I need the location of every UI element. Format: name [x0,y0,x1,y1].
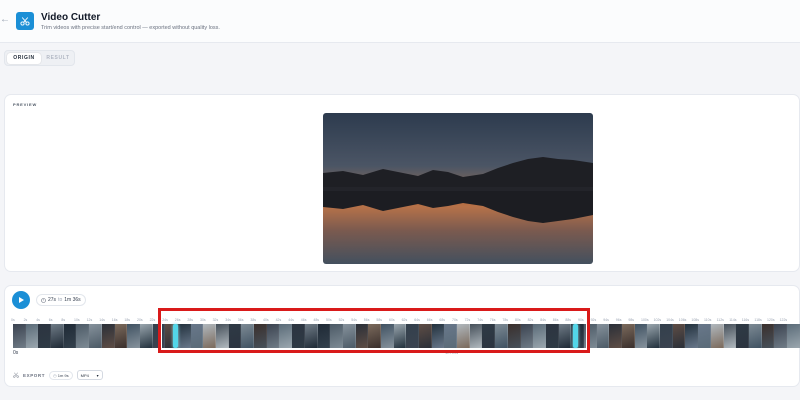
range-start: 27s [48,297,57,303]
export-duration-value: 1m 9s [57,372,69,378]
timeline-thumbnail [723,324,737,348]
clock-icon: ◷ [53,372,57,378]
timeline-tick: 16s [111,318,118,322]
timeline-thumbnail [698,324,711,348]
timeline-tick: 100s [641,318,649,322]
timeline-thumbnail [127,324,140,348]
timeline-thumbnail [736,324,749,348]
timeline-tick: 122s [779,318,788,322]
app-header: ← Video Cutter Trim videos with precise … [0,0,800,43]
timeline-thumbnail [660,324,673,348]
scissors-icon [16,12,34,30]
timeline-tick: 12s [86,318,93,322]
range-display: 27s to 1m 36s [36,294,86,306]
format-select[interactable]: MP4 ▾ [76,370,103,380]
range-separator: to [58,297,63,303]
export-row: EXPORT ◷ 1m 9s MP4 ▾ [13,369,103,381]
timeline-thumbnail [710,324,724,348]
timeline-panel: 27s to 1m 36s 0s 2s 4s 6s 8s 10s 12s 14s 16s 18s 2… [4,285,800,387]
timeline-thumbnail [786,324,800,348]
timeline-tick: 102s [653,318,662,322]
timeline-thumbnail [672,324,686,348]
timeline-tick: 118s [754,318,762,322]
timeline-thumbnail [13,324,26,348]
timeline-tick: 108s [691,318,699,322]
timeline-thumbnail [38,324,52,348]
timeline-tick: 106s [678,318,687,322]
timeline-thumbnail [622,324,635,348]
timeline-thumbnail [76,324,90,348]
timeline-tick: 10s [74,318,80,322]
tab-result[interactable]: RESULT [43,53,73,64]
timeline-tick: 20s [137,318,143,322]
timeline-tick: 14s [99,318,105,322]
view-toggle: ORIGIN RESULT [4,50,75,66]
timeline-tick: 120s [767,318,775,322]
timeline-thumbnail [63,324,77,348]
timeline-tick: 22s [149,318,156,322]
scissors-icon [13,372,19,378]
timeline-tick: 110s [704,318,712,322]
timeline-thumbnail [748,324,762,348]
video-preview[interactable] [323,113,593,264]
play-icon [19,297,24,303]
timeline-tick: 116s [741,318,750,322]
format-value: MP4 [80,372,89,378]
timeline-thumbnail [101,324,115,348]
video-frame-image [323,157,593,223]
timeline-tick: 4s [36,318,40,322]
chevron-down-icon: ▾ [96,372,99,378]
preview-panel: PREVIEW [4,94,800,272]
timeline-tick: 98s [628,318,635,322]
timeline-thumbnail [25,324,39,348]
timeline-thumbnail [774,324,787,348]
timeline-thumbnail [761,324,775,348]
range-end: 1m 36s [64,297,81,303]
timeline-tick: 2s [23,318,28,322]
timeline-thumbnail [139,324,153,348]
timeline-thumbnail [51,324,64,348]
timeline-tick: 96s [615,318,622,322]
timeline-tick: 104s [666,318,674,322]
preview-label: PREVIEW [13,102,38,107]
page-title: Video Cutter [41,12,101,23]
export-label: EXPORT [23,372,46,378]
timeline-thumbnail [609,324,622,348]
timeline-tick: 0s [11,318,15,322]
export-duration: ◷ 1m 9s [49,370,73,380]
clock-icon [41,297,46,303]
arrow-left-icon[interactable]: ← [0,14,10,26]
timeline-thumbnail [114,324,128,348]
timeline-thumbnail [647,324,661,348]
tab-origin[interactable]: ORIGIN [7,53,41,64]
timeline-tick: 6s [48,318,53,322]
timeline-start-label: 0s [13,350,19,356]
timeline-tick: 18s [124,318,131,322]
timeline-thumbnail [596,324,610,348]
timeline-tick: 92s [590,318,597,322]
timeline-tick: 94s [603,318,609,322]
timeline-thumbnail [634,324,648,348]
timeline-thumbnail [89,324,102,348]
timeline-tick: 8s [61,318,66,322]
play-button[interactable] [12,291,30,309]
timeline-tick: 112s [716,318,724,322]
selection-highlight [158,308,590,353]
page-subtitle: Trim videos with precise start/end contr… [41,25,220,31]
timeline-tick: 114s [729,318,737,322]
timeline-thumbnail [685,324,699,348]
